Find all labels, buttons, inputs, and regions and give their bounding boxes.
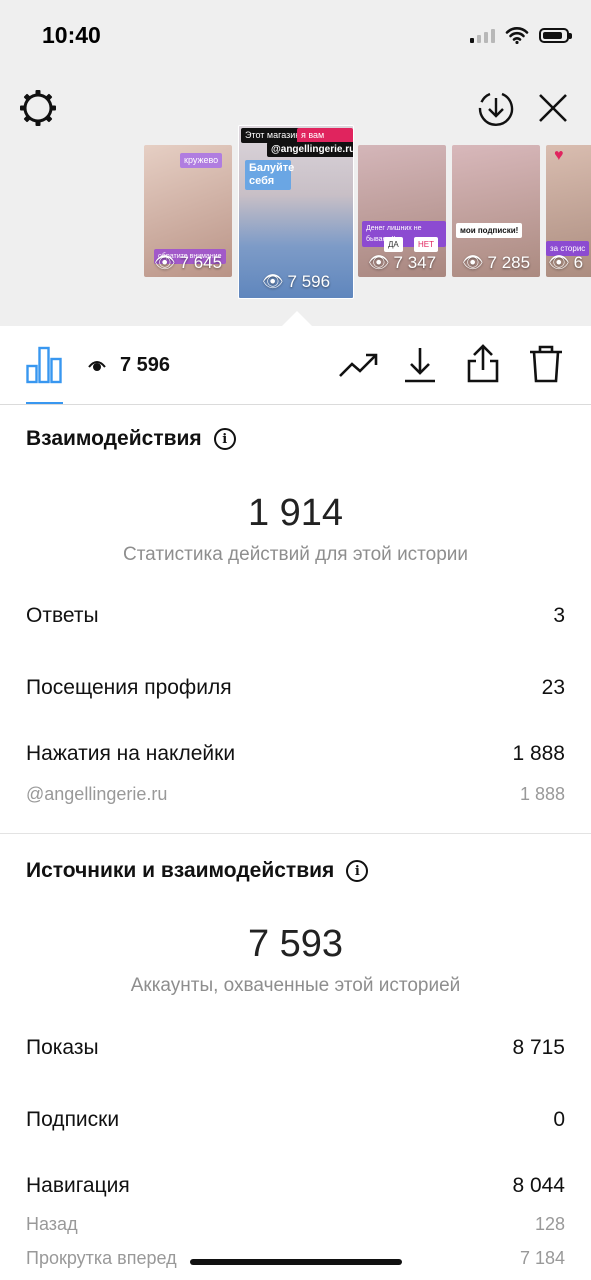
story-toolbar: 7 596: [0, 326, 591, 405]
info-icon[interactable]: i: [346, 860, 369, 882]
stat-row-follows: Подписки 0: [26, 1108, 565, 1131]
status-time: 10:40: [42, 22, 101, 48]
eye-icon: 👁: [367, 253, 390, 272]
story-thumbnail[interactable]: мои подписки! 👁 7 285: [452, 145, 540, 277]
poll-yes: ДА: [384, 237, 403, 252]
thumbnail-views: 👁 6: [548, 253, 584, 272]
close-icon[interactable]: [536, 91, 570, 125]
thumbnail-views: 👁 7 645: [153, 253, 223, 272]
download-circle-icon[interactable]: [476, 88, 516, 128]
trash-icon[interactable]: [528, 344, 564, 384]
home-indicator[interactable]: [190, 1259, 402, 1265]
signal-icon: [470, 27, 495, 43]
sources-heading: Источники и взаимодействия i: [26, 859, 369, 883]
thumbnail-views: 👁 7 596: [261, 272, 331, 291]
status-bar: 10:40: [0, 0, 591, 72]
poll-no: НЕТ: [414, 237, 438, 252]
wifi-icon: [505, 27, 529, 44]
eye-icon: 👁: [261, 272, 284, 291]
stat-row-replies: Ответы 3: [26, 604, 565, 627]
insights-tab-indicator: [26, 402, 63, 404]
toolbar-views: 7 596: [88, 354, 170, 377]
story-banner: мои подписки!: [456, 223, 523, 238]
interactions-caption: Статистика действий для этой истории: [122, 544, 469, 565]
story-sticker: кружево: [180, 153, 223, 168]
story-thumbnail-selected[interactable]: Этот магазинчик я вам советую @angelling…: [238, 125, 354, 299]
share-icon[interactable]: [466, 344, 500, 384]
story-cta: Балуйте себя: [245, 160, 294, 190]
bar-chart-icon[interactable]: [26, 346, 62, 384]
story-thumbnail[interactable]: ♥ за сторис 👁 6: [546, 145, 591, 277]
sources-caption: Аккаунты, охваченные этой историей: [130, 975, 461, 996]
stat-row-sticker-taps: Нажатия на наклейки 1 888: [26, 742, 565, 765]
story-thumbnail[interactable]: Денег лишних не бывает !! ДА НЕТ 👁 7 347: [358, 145, 446, 277]
interactions-total: 1 914: [247, 492, 344, 534]
story-thumbnail[interactable]: кружево обратите внимание 👁 7 645: [144, 145, 232, 277]
info-icon[interactable]: i: [213, 428, 236, 450]
eye-icon: 👁: [461, 253, 484, 272]
stat-row-navigation: Навигация 8 044: [26, 1174, 565, 1197]
section-divider: [0, 833, 591, 834]
eye-icon: 👁: [153, 253, 176, 272]
stat-subrow-back: Назад 128: [26, 1214, 565, 1234]
stat-row-profile-visits: Посещения профиля 23: [26, 676, 565, 699]
eye-icon: 👁: [548, 253, 570, 272]
stat-row-impressions: Показы 8 715: [26, 1036, 565, 1059]
selected-pointer: [281, 311, 313, 327]
battery-icon: [539, 27, 572, 43]
sources-total: 7 593: [247, 923, 344, 965]
download-icon[interactable]: [403, 346, 437, 384]
status-icons: [470, 26, 572, 44]
interactions-heading: Взаимодействия i: [26, 427, 236, 451]
stat-subrow-mention: @angellingerie.ru 1 888: [26, 784, 565, 804]
stories-carousel-area: 10:40 кружево обратите внимание 👁 7 645 …: [0, 0, 591, 327]
thumbnail-views: 👁 7 285: [461, 253, 531, 272]
story-mention: @angellingerie.ru: [267, 142, 353, 157]
heart-icon: ♥: [554, 147, 564, 164]
eye-icon: [88, 360, 106, 371]
thumbnail-views: 👁 7 347: [367, 253, 437, 272]
gear-icon[interactable]: [18, 88, 58, 128]
trend-icon[interactable]: [338, 350, 378, 380]
